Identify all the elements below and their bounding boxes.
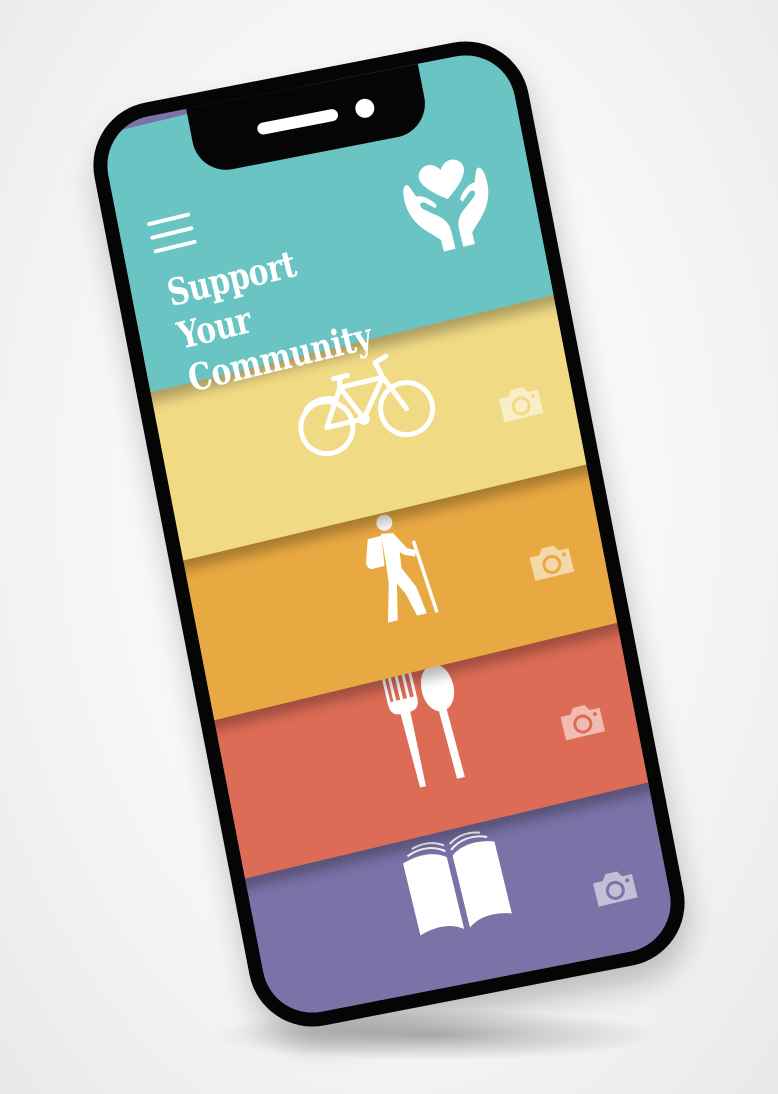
menu-line (146, 212, 191, 227)
phone-frame: Support Your Community (82, 30, 696, 1038)
hiker-icon[interactable] (343, 504, 447, 632)
fork-spoon-icon[interactable] (371, 658, 481, 794)
camera-icon[interactable] (587, 863, 643, 911)
menu-line (150, 225, 194, 241)
camera-icon[interactable] (493, 379, 548, 427)
menu-line (153, 239, 198, 254)
stage: Support Your Community (0, 0, 778, 1094)
hamburger-menu-icon[interactable] (146, 208, 198, 257)
heart-in-hands-icon (403, 159, 489, 252)
speaker-grille (256, 108, 340, 136)
camera-icon[interactable] (554, 697, 609, 745)
camera-icon[interactable] (523, 537, 579, 585)
front-camera (353, 97, 376, 120)
phone-screen: Support Your Community (98, 46, 680, 1022)
open-book-icon[interactable] (391, 822, 521, 945)
